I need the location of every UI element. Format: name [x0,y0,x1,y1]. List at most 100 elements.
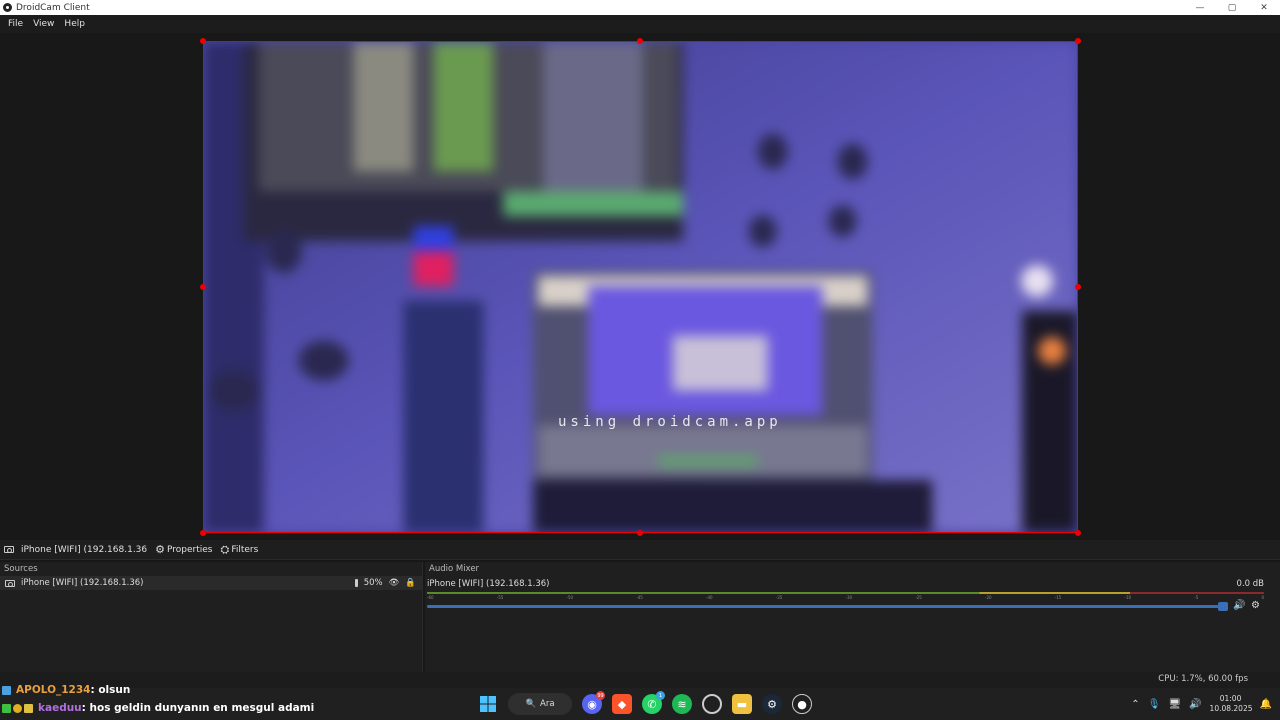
meter-tick: -45 [636,595,643,600]
droidcam-app-icon [3,3,12,12]
microphone-icon[interactable]: 🎙 [1148,699,1161,710]
clock-time: 01:00 [1219,694,1242,703]
meter-tick: -60 [427,595,434,600]
chat-text: : olsun [90,684,131,696]
volume-icon[interactable]: 🔊 [1189,699,1201,710]
resize-handle-bottom[interactable] [637,530,643,536]
lock-icon[interactable]: 🔒 [405,578,416,588]
filter-icon: ⛭ [220,542,230,556]
mail-badge-icon [24,703,33,713]
maximize-button[interactable]: ▢ [1216,0,1248,15]
discord-icon[interactable]: ◉ 99 [582,691,605,714]
menu-view[interactable]: View [28,19,59,29]
notification-icon[interactable]: 🔔 [1260,699,1272,710]
windows-taskbar: APOLO_1234 : olsun kaeduu : hos geldin d… [0,684,1280,720]
whatsapp-icon[interactable]: ✆ 1 [642,691,665,714]
meter-tick: -25 [915,595,922,600]
meter-tick: 0 [1261,595,1264,600]
file-explorer-icon[interactable]: ▬ [732,694,752,714]
speaker-icon[interactable]: 🔊 [1233,600,1245,611]
resize-handle-bottom-left[interactable] [200,530,206,536]
status-bar: CPU: 1.7%, 60.00 fps [0,672,1280,688]
title-bar: DroidCam Client — ▢ ✕ [0,0,1280,15]
close-button[interactable]: ✕ [1248,0,1280,15]
meter-tick: -30 [845,595,853,600]
audio-level-meter [427,592,1264,594]
clock[interactable]: 01:00 10.08.2025 [1209,694,1253,714]
droidcam-watermark: using droidcam.app [558,414,782,430]
audio-mixer-title: Audio Mixer [429,564,480,574]
properties-label: Properties [167,544,213,555]
meter-tick: -15 [1054,595,1062,600]
search-icon: 🔍 [525,699,537,709]
system-tray: ⌃ 🎙 🖥 🔊 01:00 10.08.2025 🔔 [1131,692,1272,716]
clock-date: 10.08.2025 [1209,704,1253,713]
camera-feed-image [204,42,1077,532]
droidcam-taskbar-icon[interactable]: ● [792,694,812,714]
meter-tick: -5 [1194,595,1199,600]
volume-bar-icon [354,579,358,587]
menu-bar: File View Help [0,15,1280,33]
menu-help[interactable]: Help [59,19,90,29]
properties-button[interactable]: ⚙ Properties [155,543,212,556]
chat-text: : hos geldin dunyanın en mesgul adami [81,702,315,714]
selected-source: iPhone [WIFI] (192.168.1.36 [4,545,147,555]
window-title: DroidCam Client [16,2,90,13]
plus-badge-icon [2,703,11,713]
windows-start-icon[interactable] [478,694,498,714]
resize-handle-top-right[interactable] [1075,38,1081,44]
chat-username: APOLO_1234 [16,684,91,696]
gear-icon[interactable]: ⚙ [1251,600,1260,611]
spotify-icon[interactable]: ≋ [672,694,692,714]
source-volume: 50% [363,578,383,588]
resize-handle-top[interactable] [637,38,643,44]
mixer-channel-name: iPhone [WIFI] (192.168.1.36) [427,579,550,589]
subscriber-badge-icon [13,703,22,713]
selected-source-name: iPhone [WIFI] (192.168.1.36 [21,544,148,555]
preview-area: using droidcam.app [0,33,1280,540]
meter-tick: -10 [1124,595,1132,600]
meter-tick: -20 [985,595,992,600]
resize-handle-bottom-right[interactable] [1075,530,1081,536]
source-item-name: iPhone [WIFI] (192.168.1.36) [21,578,144,588]
minimize-button[interactable]: — [1184,0,1216,15]
cpu-fps-status: CPU: 1.7%, 60.00 fps [1158,674,1248,684]
sources-panel: Sources iPhone [WIFI] (192.168.1.36) 50%… [0,562,423,672]
filters-button[interactable]: ⛭ Filters [221,543,259,557]
chat-username: kaeduu [38,702,82,714]
whatsapp-badge: 1 [656,691,665,700]
taskbar-search[interactable]: 🔍 Ara [508,693,572,715]
app-icon[interactable] [702,694,722,714]
eye-icon[interactable]: 👁 [389,578,400,588]
brave-browser-icon[interactable]: ◆ [612,694,632,714]
chat-message: APOLO_1234 : olsun [2,684,130,696]
steam-icon[interactable]: ⚙ [762,694,782,714]
camera-icon [4,546,14,553]
sources-title: Sources [4,564,38,574]
meter-tick: -55 [496,595,504,600]
taskbar-apps: 🔍 Ara ◉ 99 ◆ ✆ 1 ≋ ▬ ⚙ ● [478,691,812,716]
resize-handle-left[interactable] [200,284,206,290]
camera-preview[interactable]: using droidcam.app [203,41,1078,533]
search-label: Ara [540,699,555,709]
menu-file[interactable]: File [3,19,28,29]
network-icon[interactable]: 🖥 [1168,699,1181,710]
resize-handle-right[interactable] [1075,284,1081,290]
chevron-up-icon[interactable]: ⌃ [1131,699,1139,710]
camera-icon [5,579,15,587]
discord-badge: 99 [596,691,605,700]
volume-fader-knob[interactable] [1218,602,1228,611]
volume-fader-track[interactable] [427,605,1225,608]
filters-label: Filters [231,544,259,555]
meter-tick: -40 [706,595,713,600]
meter-tick: -35 [775,595,783,600]
meter-tick: -50 [566,595,574,600]
source-list-item[interactable]: iPhone [WIFI] (192.168.1.36) 50% 👁 🔒 [0,576,422,590]
resize-handle-top-left[interactable] [200,38,206,44]
audio-mixer-panel: Audio Mixer iPhone [WIFI] (192.168.1.36)… [425,562,1280,672]
twitch-badge-icon [2,685,11,695]
chat-message: kaeduu : hos geldin dunyanın en mesgul a… [2,702,314,714]
window-controls: — ▢ ✕ [1184,0,1280,15]
source-toolbar: iPhone [WIFI] (192.168.1.36 ⚙ Properties… [0,540,1280,560]
gear-icon: ⚙ [155,543,166,556]
